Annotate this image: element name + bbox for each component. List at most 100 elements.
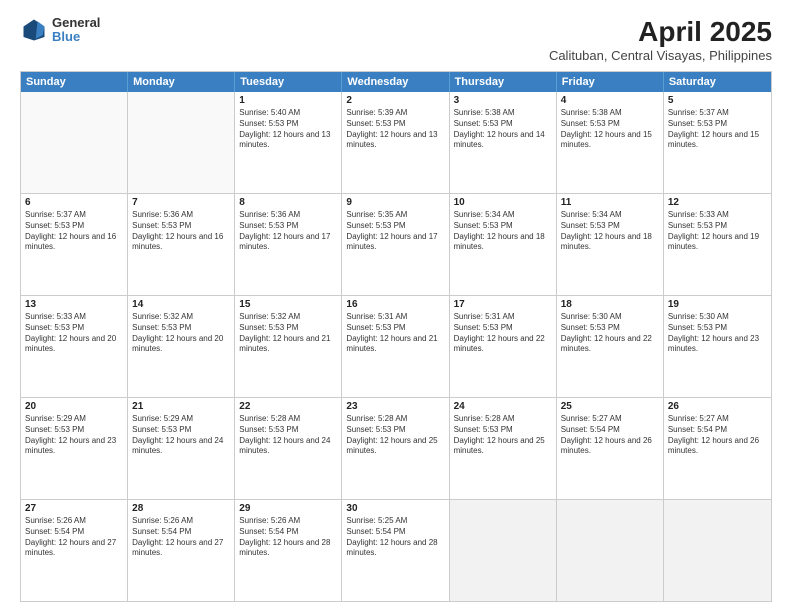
calendar-row: 6 Sunrise: 5:37 AM Sunset: 5:53 PM Daylig… <box>21 193 771 295</box>
cell-info: Sunrise: 5:34 AM Sunset: 5:53 PM Dayligh… <box>454 210 552 253</box>
logo-line1: General <box>52 16 100 30</box>
day-number: 25 <box>561 401 659 412</box>
calendar-cell: 13 Sunrise: 5:33 AM Sunset: 5:53 PM Dayli… <box>21 296 128 397</box>
weekday-header: Wednesday <box>342 72 449 92</box>
logo-line2: Blue <box>52 30 100 44</box>
calendar-cell: 16Sunrise: 5:31 AM Sunset: 5:53 PM Dayli… <box>342 296 449 397</box>
cell-info: Sunrise: 5:28 AM Sunset: 5:53 PM Dayligh… <box>346 414 444 457</box>
calendar-cell: 3 Sunrise: 5:38 AM Sunset: 5:53 PM Daylig… <box>450 92 557 193</box>
cell-info: Sunrise: 5:25 AM Sunset: 5:54 PM Dayligh… <box>346 516 444 559</box>
calendar-cell: 29Sunrise: 5:26 AM Sunset: 5:54 PM Dayli… <box>235 500 342 601</box>
calendar-cell: 15 Sunrise: 5:32 AM Sunset: 5:53 PM Dayli… <box>235 296 342 397</box>
header: General Blue April 2025 Calituban, Centr… <box>20 16 772 63</box>
calendar-cell: 30 Sunrise: 5:25 AM Sunset: 5:54 PM Dayli… <box>342 500 449 601</box>
day-number: 7 <box>132 197 230 208</box>
day-number: 4 <box>561 95 659 106</box>
calendar-cell: 19 Sunrise: 5:30 AM Sunset: 5:53 PM Dayli… <box>664 296 771 397</box>
weekday-header: Tuesday <box>235 72 342 92</box>
day-number: 22 <box>239 401 337 412</box>
calendar-cell: 8Sunrise: 5:36 AM Sunset: 5:53 PM Daylig… <box>235 194 342 295</box>
calendar-cell: 6 Sunrise: 5:37 AM Sunset: 5:53 PM Daylig… <box>21 194 128 295</box>
weekday-header: Sunday <box>21 72 128 92</box>
calendar-cell: 27Sunrise: 5:26 AM Sunset: 5:54 PM Dayli… <box>21 500 128 601</box>
weekday-header: Monday <box>128 72 235 92</box>
day-number: 15 <box>239 299 337 310</box>
weekday-header: Friday <box>557 72 664 92</box>
calendar-cell <box>664 500 771 601</box>
logo: General Blue <box>20 16 100 45</box>
day-number: 13 <box>25 299 123 310</box>
cell-info: Sunrise: 5:32 AM Sunset: 5:53 PM Dayligh… <box>239 312 337 355</box>
calendar-cell: 4 Sunrise: 5:38 AM Sunset: 5:53 PM Daylig… <box>557 92 664 193</box>
calendar-cell <box>128 92 235 193</box>
day-number: 6 <box>25 197 123 208</box>
cell-info: Sunrise: 5:40 AM Sunset: 5:53 PM Dayligh… <box>239 108 337 151</box>
cell-info: Sunrise: 5:33 AM Sunset: 5:53 PM Dayligh… <box>25 312 123 355</box>
cell-info: Sunrise: 5:29 AM Sunset: 5:53 PM Dayligh… <box>25 414 123 457</box>
day-number: 23 <box>346 401 444 412</box>
cell-info: Sunrise: 5:32 AM Sunset: 5:53 PM Dayligh… <box>132 312 230 355</box>
calendar-row: 1 Sunrise: 5:40 AM Sunset: 5:53 PM Daylig… <box>21 92 771 193</box>
page: General Blue April 2025 Calituban, Centr… <box>0 0 792 612</box>
day-number: 29 <box>239 503 337 514</box>
cell-info: Sunrise: 5:37 AM Sunset: 5:53 PM Dayligh… <box>25 210 123 253</box>
cell-info: Sunrise: 5:27 AM Sunset: 5:54 PM Dayligh… <box>561 414 659 457</box>
day-number: 27 <box>25 503 123 514</box>
calendar-cell: 22Sunrise: 5:28 AM Sunset: 5:53 PM Dayli… <box>235 398 342 499</box>
calendar-cell: 9 Sunrise: 5:35 AM Sunset: 5:53 PM Daylig… <box>342 194 449 295</box>
calendar-cell: 11Sunrise: 5:34 AM Sunset: 5:53 PM Dayli… <box>557 194 664 295</box>
day-number: 24 <box>454 401 552 412</box>
page-subtitle: Calituban, Central Visayas, Philippines <box>549 48 772 63</box>
calendar-header: SundayMondayTuesdayWednesdayThursdayFrid… <box>21 72 771 92</box>
weekday-header: Thursday <box>450 72 557 92</box>
day-number: 26 <box>668 401 767 412</box>
cell-info: Sunrise: 5:34 AM Sunset: 5:53 PM Dayligh… <box>561 210 659 253</box>
day-number: 30 <box>346 503 444 514</box>
calendar-cell <box>450 500 557 601</box>
day-number: 20 <box>25 401 123 412</box>
cell-info: Sunrise: 5:26 AM Sunset: 5:54 PM Dayligh… <box>132 516 230 559</box>
calendar-row: 13 Sunrise: 5:33 AM Sunset: 5:53 PM Dayli… <box>21 295 771 397</box>
cell-info: Sunrise: 5:35 AM Sunset: 5:53 PM Dayligh… <box>346 210 444 253</box>
cell-info: Sunrise: 5:28 AM Sunset: 5:53 PM Dayligh… <box>454 414 552 457</box>
cell-info: Sunrise: 5:30 AM Sunset: 5:53 PM Dayligh… <box>561 312 659 355</box>
cell-info: Sunrise: 5:38 AM Sunset: 5:53 PM Dayligh… <box>561 108 659 151</box>
day-number: 12 <box>668 197 767 208</box>
logo-text: General Blue <box>52 16 100 45</box>
day-number: 21 <box>132 401 230 412</box>
day-number: 1 <box>239 95 337 106</box>
calendar-cell: 25 Sunrise: 5:27 AM Sunset: 5:54 PM Dayli… <box>557 398 664 499</box>
calendar-cell: 24 Sunrise: 5:28 AM Sunset: 5:53 PM Dayli… <box>450 398 557 499</box>
cell-info: Sunrise: 5:39 AM Sunset: 5:53 PM Dayligh… <box>346 108 444 151</box>
cell-info: Sunrise: 5:36 AM Sunset: 5:53 PM Dayligh… <box>239 210 337 253</box>
cell-info: Sunrise: 5:37 AM Sunset: 5:53 PM Dayligh… <box>668 108 767 151</box>
cell-info: Sunrise: 5:29 AM Sunset: 5:53 PM Dayligh… <box>132 414 230 457</box>
calendar-cell: 14 Sunrise: 5:32 AM Sunset: 5:53 PM Dayli… <box>128 296 235 397</box>
calendar-cell: 23 Sunrise: 5:28 AM Sunset: 5:53 PM Dayli… <box>342 398 449 499</box>
calendar-body: 1 Sunrise: 5:40 AM Sunset: 5:53 PM Daylig… <box>21 92 771 601</box>
day-number: 9 <box>346 197 444 208</box>
day-number: 14 <box>132 299 230 310</box>
calendar-row: 20 Sunrise: 5:29 AM Sunset: 5:53 PM Dayli… <box>21 397 771 499</box>
page-title: April 2025 <box>549 16 772 48</box>
calendar-cell: 1 Sunrise: 5:40 AM Sunset: 5:53 PM Daylig… <box>235 92 342 193</box>
calendar-cell: 5Sunrise: 5:37 AM Sunset: 5:53 PM Daylig… <box>664 92 771 193</box>
calendar-cell: 12 Sunrise: 5:33 AM Sunset: 5:53 PM Dayli… <box>664 194 771 295</box>
cell-info: Sunrise: 5:30 AM Sunset: 5:53 PM Dayligh… <box>668 312 767 355</box>
cell-info: Sunrise: 5:38 AM Sunset: 5:53 PM Dayligh… <box>454 108 552 151</box>
calendar-cell <box>21 92 128 193</box>
day-number: 18 <box>561 299 659 310</box>
cell-info: Sunrise: 5:33 AM Sunset: 5:53 PM Dayligh… <box>668 210 767 253</box>
cell-info: Sunrise: 5:31 AM Sunset: 5:53 PM Dayligh… <box>454 312 552 355</box>
weekday-header: Saturday <box>664 72 771 92</box>
calendar-cell: 21 Sunrise: 5:29 AM Sunset: 5:53 PM Dayli… <box>128 398 235 499</box>
day-number: 3 <box>454 95 552 106</box>
logo-icon <box>20 16 48 44</box>
calendar-cell: 17Sunrise: 5:31 AM Sunset: 5:53 PM Dayli… <box>450 296 557 397</box>
day-number: 28 <box>132 503 230 514</box>
calendar-cell <box>557 500 664 601</box>
calendar-cell: 26Sunrise: 5:27 AM Sunset: 5:54 PM Dayli… <box>664 398 771 499</box>
calendar-cell: 2Sunrise: 5:39 AM Sunset: 5:53 PM Daylig… <box>342 92 449 193</box>
day-number: 19 <box>668 299 767 310</box>
title-block: April 2025 Calituban, Central Visayas, P… <box>549 16 772 63</box>
